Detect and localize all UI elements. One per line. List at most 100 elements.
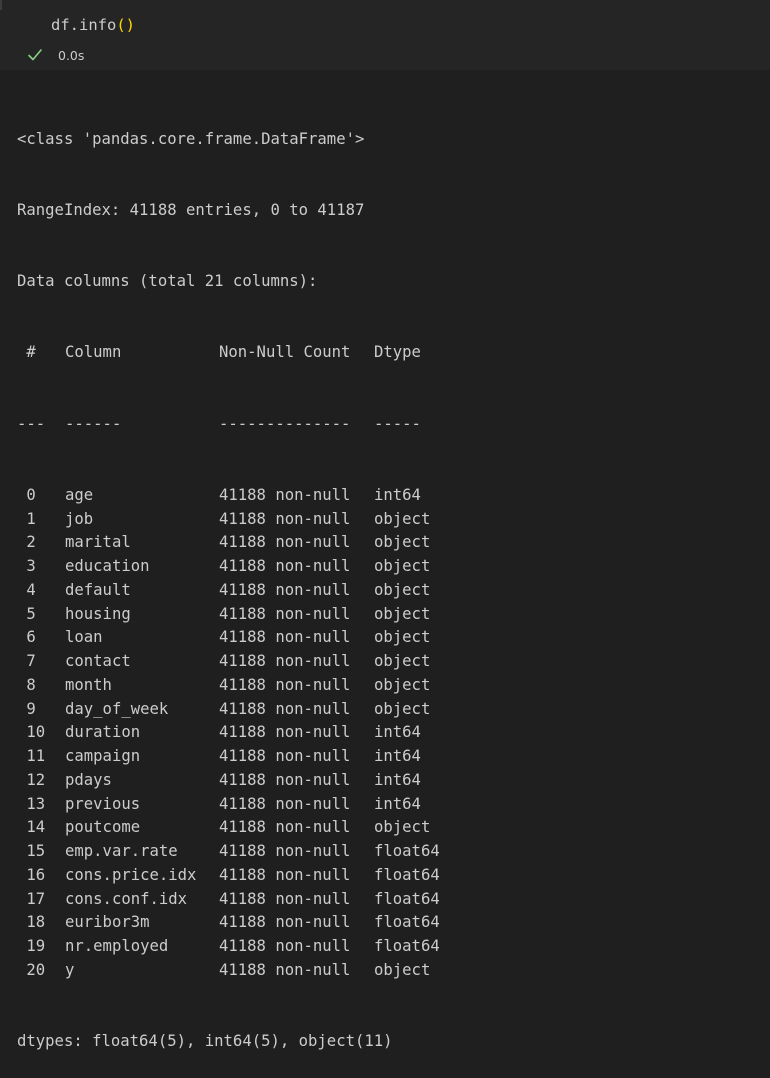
- table-row: 12 pdays 41188 non-null int64: [17, 769, 762, 793]
- separator-count: --------------: [219, 414, 351, 433]
- row-non-null-count: 41188 non-null: [219, 818, 351, 837]
- table-row: 13 previous 41188 non-null int64: [17, 793, 762, 817]
- row-dtype: int64: [374, 723, 421, 742]
- row-non-null-count: 41188 non-null: [219, 557, 351, 575]
- row-column-name: poutcome: [65, 818, 141, 837]
- row-index: 10: [17, 723, 46, 742]
- code-cell[interactable]: df.info() 0.0s: [0, 0, 770, 70]
- row-index: 12: [17, 770, 46, 789]
- table-row: 11 campaign 41188 non-null int64: [17, 745, 762, 769]
- row-dtype: float64: [374, 913, 440, 932]
- row-dtype: int64: [374, 485, 421, 504]
- row-dtype: object: [374, 509, 431, 528]
- row-index: 20: [17, 960, 46, 979]
- table-row: 8 month 41188 non-null object: [17, 674, 762, 698]
- row-index: 4: [17, 580, 36, 599]
- class-line: <class 'pandas.core.frame.DataFrame'>: [17, 129, 365, 148]
- row-non-null-count: 41188 non-null: [219, 723, 351, 742]
- table-row: 17 cons.conf.idx 41188 non-null float64: [17, 888, 762, 912]
- row-dtype: object: [374, 557, 431, 575]
- row-index: 8: [17, 675, 36, 694]
- row-column-name: pdays: [65, 770, 112, 789]
- row-column-name: nr.employed: [65, 937, 169, 955]
- row-index: 7: [17, 652, 36, 670]
- row-non-null-count: 41188 non-null: [219, 580, 351, 599]
- table-row: 20 y 41188 non-null object: [17, 959, 762, 983]
- range-index-line: RangeIndex: 41188 entries, 0 to 41187: [17, 200, 365, 219]
- row-non-null-count: 41188 non-null: [219, 604, 351, 623]
- row-column-name: month: [65, 675, 112, 694]
- row-column-name: cons.conf.idx: [65, 889, 188, 908]
- row-dtype: object: [374, 580, 431, 599]
- table-row: 19 nr.employed 41188 non-null float64: [17, 935, 762, 959]
- row-column-name: age: [65, 485, 94, 504]
- row-column-name: cons.price.idx: [65, 865, 197, 884]
- row-dtype: object: [374, 628, 431, 647]
- row-column-name: contact: [65, 652, 131, 670]
- row-non-null-count: 41188 non-null: [219, 842, 351, 860]
- row-column-name: day_of_week: [65, 699, 169, 718]
- cell-gutter: [0, 0, 2, 10]
- table-row: 15 emp.var.rate 41188 non-null float64: [17, 840, 762, 864]
- row-index: 6: [17, 628, 36, 647]
- cell-output: <class 'pandas.core.frame.DataFrame'> Ra…: [17, 80, 762, 1078]
- row-index: 0: [17, 485, 36, 504]
- table-row: 0 age 41188 non-null int64: [17, 484, 762, 508]
- header-column: Column: [65, 343, 122, 362]
- table-row: 9 day_of_week 41188 non-null object: [17, 698, 762, 722]
- row-index: 17: [17, 889, 46, 908]
- execution-status: 0.0s: [26, 44, 84, 66]
- row-non-null-count: 41188 non-null: [219, 533, 351, 552]
- row-index: 5: [17, 604, 36, 623]
- table-row: 3 education 41188 non-null object: [17, 555, 762, 579]
- row-dtype: float64: [374, 842, 440, 860]
- row-dtype: object: [374, 533, 431, 552]
- row-non-null-count: 41188 non-null: [219, 794, 351, 813]
- row-non-null-count: 41188 non-null: [219, 747, 351, 765]
- row-index: 9: [17, 699, 36, 718]
- table-header-row: # Column Non-Null Count Dtype: [17, 341, 762, 365]
- row-index: 11: [17, 747, 46, 765]
- row-column-name: marital: [65, 533, 131, 552]
- table-row: 1 job 41188 non-null object: [17, 508, 762, 532]
- table-row: 2 marital 41188 non-null object: [17, 531, 762, 555]
- row-non-null-count: 41188 non-null: [219, 628, 351, 647]
- row-column-name: job: [65, 509, 94, 528]
- row-column-name: euribor3m: [65, 913, 150, 932]
- code-text: df.info: [51, 16, 117, 34]
- row-column-name: education: [65, 557, 150, 575]
- row-non-null-count: 41188 non-null: [219, 937, 351, 955]
- separator-dtype: -----: [374, 414, 421, 433]
- row-index: 14: [17, 818, 46, 837]
- row-column-name: y: [65, 960, 75, 979]
- row-non-null-count: 41188 non-null: [219, 652, 351, 670]
- row-dtype: float64: [374, 937, 440, 955]
- table-row: 14 poutcome 41188 non-null object: [17, 816, 762, 840]
- row-dtype: object: [374, 818, 431, 837]
- row-dtype: float64: [374, 889, 440, 908]
- row-dtype: object: [374, 675, 431, 694]
- row-column-name: emp.var.rate: [65, 842, 178, 860]
- code-line[interactable]: df.info(): [51, 14, 135, 36]
- row-non-null-count: 41188 non-null: [219, 485, 351, 504]
- row-column-name: housing: [65, 604, 131, 623]
- row-dtype: int64: [374, 770, 421, 789]
- code-parens: (): [116, 16, 135, 34]
- row-index: 1: [17, 509, 36, 528]
- row-index: 13: [17, 794, 46, 813]
- separator-index: ---: [17, 414, 46, 433]
- row-non-null-count: 41188 non-null: [219, 889, 351, 908]
- row-dtype: object: [374, 652, 431, 670]
- header-index: #: [17, 343, 36, 362]
- row-index: 15: [17, 842, 46, 860]
- row-dtype: object: [374, 960, 431, 979]
- row-dtype: int64: [374, 794, 421, 813]
- row-non-null-count: 41188 non-null: [219, 865, 351, 884]
- row-dtype: int64: [374, 747, 421, 765]
- row-column-name: campaign: [65, 747, 141, 765]
- row-dtype: object: [374, 604, 431, 623]
- row-column-name: duration: [65, 723, 141, 742]
- table-body: 0 age 41188 non-null int64 1 job 41188 non-nu…: [17, 484, 762, 983]
- execution-time: 0.0s: [58, 47, 85, 63]
- check-icon: [26, 46, 44, 64]
